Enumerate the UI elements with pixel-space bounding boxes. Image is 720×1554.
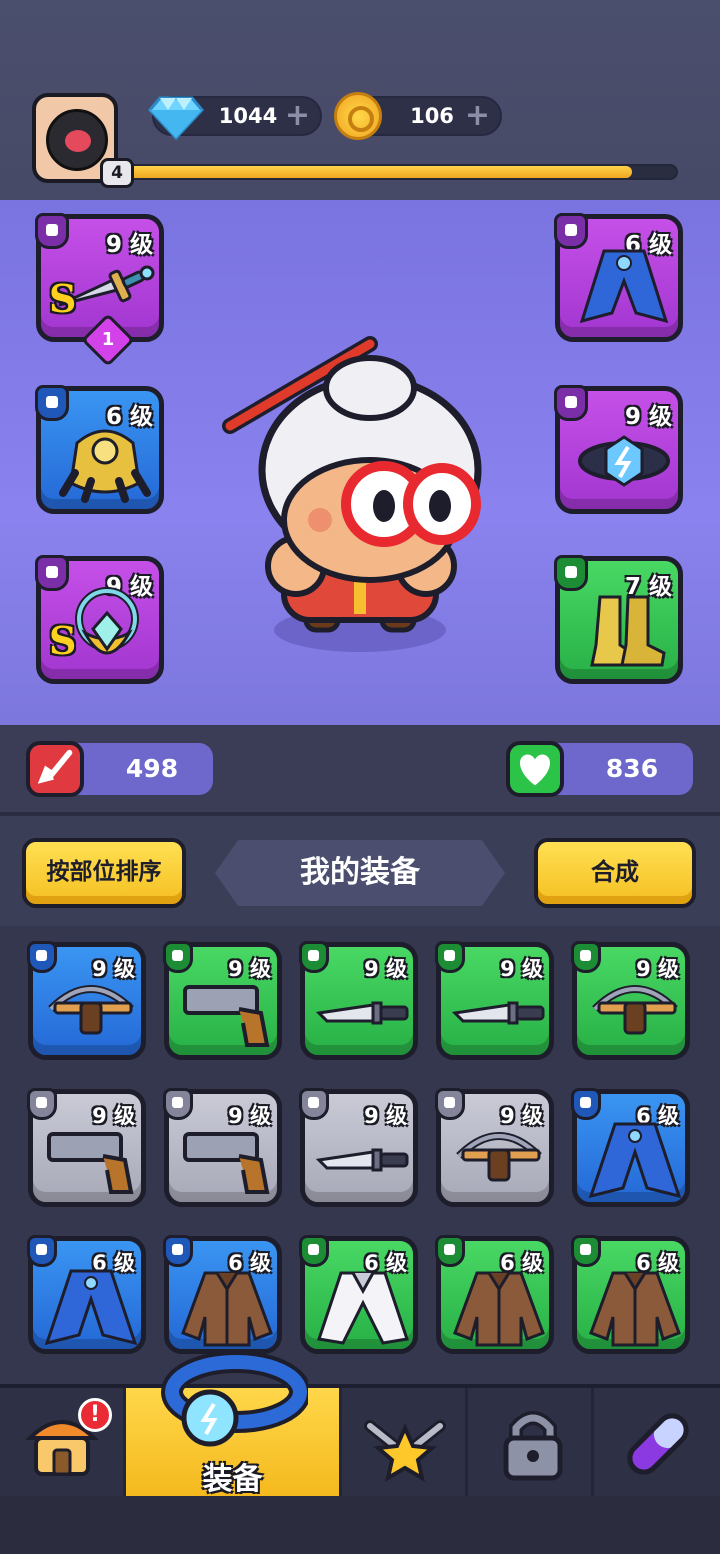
coin-counter: 106 +: [334, 92, 502, 140]
add-coins-button[interactable]: +: [465, 101, 490, 131]
heart-icon: [506, 741, 564, 797]
lock-icon: [503, 1411, 563, 1481]
health-stat: 836: [506, 741, 693, 797]
robe-icon: [44, 1269, 138, 1346]
bottom-nav: ! 装备: [0, 1351, 720, 1500]
gem-counter: 1044 +: [148, 96, 322, 140]
add-gems-button[interactable]: +: [285, 101, 310, 131]
nav-equipment-label: 装备: [202, 1462, 263, 1497]
inventory-item[interactable]: 6 级: [571, 1235, 690, 1354]
knife-icon: [315, 1001, 409, 1025]
boots-icon: [590, 595, 666, 667]
ring-icon: [161, 1351, 308, 1447]
crossed-guns-star-icon: [364, 1420, 446, 1483]
crossbow-icon: [456, 1132, 542, 1182]
inventory-item[interactable]: 6 级: [27, 1235, 146, 1354]
nav-tab-locked[interactable]: [468, 1388, 594, 1500]
inventory-title: 我的装备: [215, 840, 505, 906]
jacket-icon: [589, 1271, 681, 1347]
revolver-icon: [47, 1132, 134, 1194]
nav-tab-items[interactable]: [594, 1388, 720, 1500]
crossbow-icon: [592, 985, 678, 1035]
knife-icon: [451, 1001, 545, 1025]
health-value: 836: [605, 754, 659, 783]
coin-icon: [334, 92, 382, 140]
inventory-item[interactable]: 6 级: [163, 1235, 282, 1354]
shop-alert-badge: !: [78, 1398, 112, 1432]
robe-icon: [579, 249, 669, 324]
xp-progress-fill: [124, 166, 632, 178]
top-bar: 4 1044 + 106 +: [0, 0, 720, 200]
equipped-boots-slot[interactable]: 7 级: [554, 555, 683, 684]
bottom-safe-area: [0, 1496, 720, 1554]
attack-stat: 498: [26, 741, 213, 797]
equipped-belt-slot[interactable]: 9 级: [554, 385, 683, 514]
inventory-item[interactable]: 9 级: [435, 941, 554, 1060]
sword-icon: [26, 741, 84, 797]
character-panel: 9 级 S 1 6 级 9 级 S 6 级 9 级 7 级: [0, 200, 720, 725]
inventory-item[interactable]: 9 级: [163, 1088, 282, 1207]
bomb-avatar-icon: [46, 109, 108, 171]
inventory-item[interactable]: 9 级: [27, 941, 146, 1060]
gauntlet-icon: [59, 429, 151, 503]
inventory-header: 按部位排序 我的装备 合成: [0, 816, 720, 926]
nav-tab-equipment[interactable]: 装备: [126, 1351, 342, 1500]
revolver-icon: [183, 985, 270, 1047]
inventory-item[interactable]: 9 级: [571, 941, 690, 1060]
equipped-weapon-slot[interactable]: 9 级 S 1: [35, 213, 164, 367]
jacket-icon: [453, 1271, 545, 1347]
attack-value: 498: [125, 754, 179, 783]
inventory-item[interactable]: 9 级: [299, 941, 418, 1060]
inventory-item[interactable]: 9 级: [435, 1088, 554, 1207]
equipped-amulet-slot[interactable]: 9 级 S: [35, 555, 164, 684]
inventory-item[interactable]: 9 级: [27, 1088, 146, 1207]
hero-character: [222, 336, 482, 652]
rank-s-badge: S: [49, 618, 77, 663]
inventory-panel: 按部位排序 我的装备 合成 9 级9 级9 级9 级9 级9 级9 级9 级9 …: [0, 812, 720, 1387]
player-level-badge: 4: [100, 158, 134, 188]
sort-by-slot-button[interactable]: 按部位排序: [22, 838, 186, 908]
diamond-icon: [148, 96, 204, 140]
inventory-item[interactable]: 9 级: [163, 941, 282, 1060]
jacket-icon: [181, 1271, 273, 1347]
inventory-item[interactable]: 6 级: [299, 1235, 418, 1354]
inventory-item[interactable]: 6 级: [435, 1235, 554, 1354]
white-coat-icon: [317, 1271, 409, 1345]
crossbow-icon: [48, 985, 134, 1035]
equipped-gloves-slot[interactable]: 6 级: [35, 385, 164, 514]
gem-amount: 1044: [218, 104, 278, 128]
belt-icon: [578, 435, 670, 487]
equipped-armor-slot[interactable]: 6 级: [554, 213, 683, 342]
nav-tab-heroes[interactable]: [342, 1388, 468, 1500]
rank-s-badge: S: [49, 276, 77, 321]
capsule-icon: [627, 1413, 689, 1475]
revolver-icon: [183, 1132, 270, 1194]
robe-icon: [588, 1122, 682, 1199]
nav-tab-shop[interactable]: !: [0, 1388, 126, 1500]
inventory-item[interactable]: 6 级: [571, 1088, 690, 1207]
knife-icon: [315, 1148, 409, 1172]
xp-progress-bar: [122, 164, 678, 180]
merge-button[interactable]: 合成: [534, 838, 696, 908]
inventory-item[interactable]: 9 级: [299, 1088, 418, 1207]
